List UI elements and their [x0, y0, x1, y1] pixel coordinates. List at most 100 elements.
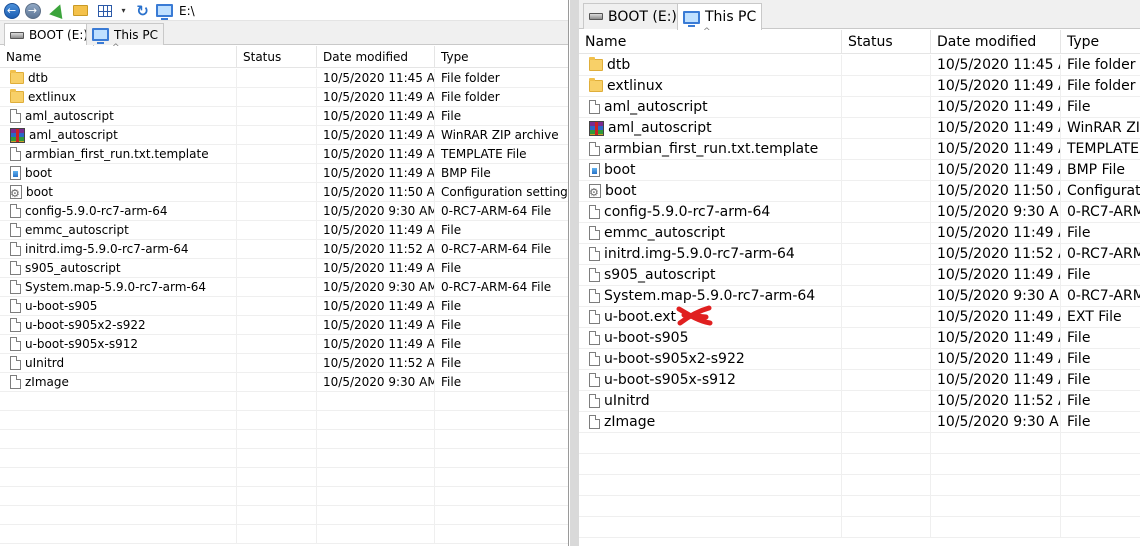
empty-row [0, 411, 568, 430]
file-row[interactable]: uInitrd 10/5/2020 11:52 AM File [579, 391, 1140, 412]
file-row[interactable]: u-boot-s905x-s912 10/5/2020 11:49 AM File [0, 335, 568, 354]
file-row[interactable]: u-boot-s905 10/5/2020 11:49 AM File [0, 297, 568, 316]
column-name[interactable]: Name ^ [0, 43, 237, 67]
empty-cell [435, 430, 568, 448]
file-icon [10, 318, 21, 332]
file-row[interactable]: s905_autoscript 10/5/2020 11:49 AM File [579, 265, 1140, 286]
file-name-cell: uInitrd [579, 391, 842, 411]
tab-boot-drive[interactable]: BOOT (E:) [583, 3, 683, 29]
view-mode-button[interactable] [96, 2, 113, 19]
file-row[interactable]: u-boot-s905x2-s922 10/5/2020 11:49 AM File [579, 349, 1140, 370]
empty-cell [435, 525, 568, 543]
empty-cell [237, 487, 317, 505]
file-row[interactable]: u-boot-s905x-s912 10/5/2020 11:49 AM File [579, 370, 1140, 391]
file-name-cell: u-boot-s905x-s912 [579, 370, 842, 390]
file-row[interactable]: zImage 10/5/2020 9:30 AM File [579, 412, 1140, 433]
file-status [237, 278, 317, 296]
file-name: s905_autoscript [604, 267, 716, 283]
column-name[interactable]: Name ^ [579, 27, 842, 53]
file-date-modified: 10/5/2020 11:49 AM [317, 297, 435, 315]
empty-row [579, 517, 1140, 538]
back-button[interactable]: ← [3, 2, 20, 19]
file-date-modified: 10/5/2020 11:52 AM [317, 354, 435, 372]
column-status-label: Status [243, 49, 282, 64]
file-row[interactable]: u-boot-s905x2-s922 10/5/2020 11:49 AM File [0, 316, 568, 335]
view-mode-dropdown[interactable]: ▾ [115, 2, 132, 19]
file-row[interactable]: System.map-5.9.0-rc7-arm-64 10/5/2020 9:3… [579, 286, 1140, 307]
file-name-cell: emmc_autoscript [579, 223, 842, 243]
forward-button[interactable]: → [24, 2, 41, 19]
up-folder-button[interactable] [48, 1, 67, 20]
file-row[interactable]: aml_autoscript 10/5/2020 11:49 AM WinRAR Z… [579, 118, 1140, 139]
column-date-modified[interactable]: Date modified [931, 30, 1061, 53]
empty-row [579, 433, 1140, 454]
file-row[interactable]: uInitrd 10/5/2020 11:52 AM File [0, 354, 568, 373]
file-name-cell: aml_autoscript [579, 97, 842, 117]
empty-cell [931, 433, 1061, 453]
file-row[interactable]: aml_autoscript 10/5/2020 11:49 AM WinRAR Z… [0, 126, 568, 145]
column-date-label: Date modified [323, 49, 409, 64]
file-row[interactable]: armbian_first_run.txt.template 10/5/2020 … [579, 139, 1140, 160]
file-type: File [441, 299, 462, 313]
column-status[interactable]: Status [237, 46, 317, 67]
folder-icon [589, 57, 603, 71]
file-row[interactable]: armbian_first_run.txt.template 10/5/2020 … [0, 145, 568, 164]
column-type[interactable]: Type [435, 46, 568, 67]
tab-boot-drive[interactable]: BOOT (E:) [4, 23, 95, 46]
file-status [842, 370, 931, 390]
file-name: System.map-5.9.0-rc7-arm-64 [604, 288, 816, 304]
file-name: zImage [604, 414, 656, 430]
file-row[interactable]: aml_autoscript 10/5/2020 11:49 AM File [579, 97, 1140, 118]
file-row[interactable]: System.map-5.9.0-rc7-arm-64 10/5/2020 9:3… [0, 278, 568, 297]
file-icon [10, 223, 21, 237]
file-row[interactable]: zImage 10/5/2020 9:30 AM File [0, 373, 568, 392]
file-row[interactable]: extlinux 10/5/2020 11:49 AM File folder [579, 76, 1140, 97]
column-type[interactable]: Type [1061, 30, 1140, 53]
empty-cell [842, 433, 931, 453]
empty-cell [1061, 475, 1140, 495]
tab-bar: BOOT (E:) This PC [0, 21, 568, 46]
file-type: File folder [441, 71, 500, 85]
tab-this-pc[interactable]: This PC [677, 3, 763, 30]
refresh-button[interactable]: ↻ [134, 2, 151, 20]
file-row[interactable]: initrd.img-5.9.0-rc7-arm-64 10/5/2020 11:… [0, 240, 568, 259]
file-name-cell: config-5.9.0-rc7-arm-64 [579, 202, 842, 222]
file-row[interactable]: config-5.9.0-rc7-arm-64 10/5/2020 9:30 AM… [579, 202, 1140, 223]
tab-this-pc[interactable]: This PC [86, 23, 164, 45]
file-date-modified: 10/5/2020 11:49 AM [931, 160, 1061, 180]
file-row[interactable]: u-boot.ext 10/5/2020 11:49 AM EXT File [579, 307, 1140, 328]
config-icon [589, 184, 601, 198]
file-type: File [1067, 267, 1091, 283]
file-row[interactable]: config-5.9.0-rc7-arm-64 10/5/2020 9:30 AM… [0, 202, 568, 221]
left-explorer-pane: ← → ▾ ↻ E:\ BOOT (E:) This PC Name ^ Sta… [0, 0, 569, 546]
file-name: armbian_first_run.txt.template [604, 141, 819, 157]
file-row[interactable]: dtb 10/5/2020 11:45 AM File folder [0, 69, 568, 88]
file-row[interactable]: boot 10/5/2020 11:49 AM BMP File [0, 164, 568, 183]
file-status [237, 335, 317, 353]
file-row[interactable]: boot 10/5/2020 11:50 AM Configuration sett… [0, 183, 568, 202]
file-row[interactable]: extlinux 10/5/2020 11:49 AM File folder [0, 88, 568, 107]
file-row[interactable]: boot 10/5/2020 11:50 AM Configuration sett… [579, 181, 1140, 202]
file-row[interactable]: boot 10/5/2020 11:49 AM BMP File [579, 160, 1140, 181]
new-folder-button[interactable] [72, 2, 89, 19]
file-row[interactable]: dtb 10/5/2020 11:45 AM File folder [579, 55, 1140, 76]
file-row[interactable]: u-boot-s905 10/5/2020 11:49 AM File [579, 328, 1140, 349]
file-date-modified: 10/5/2020 11:50 AM [317, 183, 435, 201]
file-row[interactable]: s905_autoscript 10/5/2020 11:49 AM File [0, 259, 568, 278]
address-bar[interactable]: E:\ [156, 1, 195, 20]
file-row[interactable]: emmc_autoscript 10/5/2020 11:49 AM File [579, 223, 1140, 244]
file-name-cell: aml_autoscript [0, 107, 237, 125]
file-type: TEMPLATE File [441, 147, 527, 161]
column-date-modified[interactable]: Date modified [317, 46, 435, 67]
file-type: EXT File [1067, 309, 1122, 325]
file-row[interactable]: emmc_autoscript 10/5/2020 11:49 AM File [0, 221, 568, 240]
empty-cell [0, 468, 237, 486]
file-status [842, 55, 931, 75]
pane-divider [570, 0, 579, 546]
file-row[interactable]: initrd.img-5.9.0-rc7-arm-64 10/5/2020 11:… [579, 244, 1140, 265]
file-name-cell: s905_autoscript [579, 265, 842, 285]
file-row[interactable]: aml_autoscript 10/5/2020 11:49 AM File [0, 107, 568, 126]
column-status[interactable]: Status [842, 30, 931, 53]
file-type: File [1067, 99, 1091, 115]
file-status [842, 307, 931, 327]
